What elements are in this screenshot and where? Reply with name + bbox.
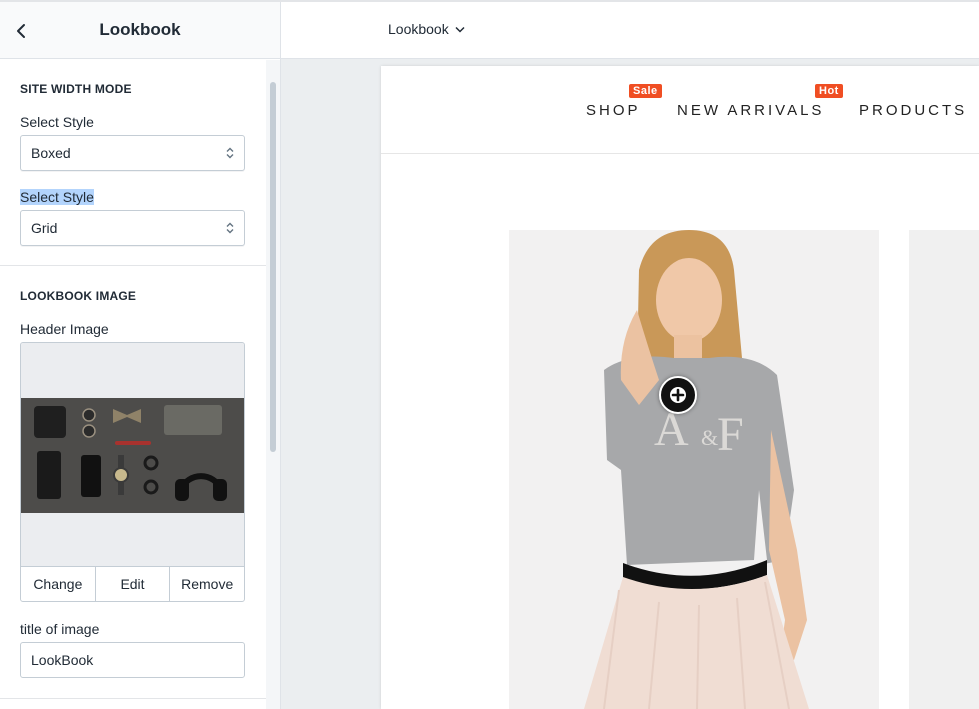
select-style-label: Select Style [20, 114, 94, 130]
image-title-input[interactable]: LookBook [20, 642, 245, 678]
site-width-heading: SITE WIDTH MODE [20, 82, 132, 96]
preview-top-bar: Lookbook [281, 2, 979, 59]
edit-image-button[interactable]: Edit [96, 567, 171, 601]
product-hotspot[interactable] [659, 376, 697, 414]
site-width-section: SITE WIDTH MODE Select Style Boxed Selec… [0, 60, 266, 266]
panel-title: Lookbook [99, 20, 181, 39]
layout-style-select-value: Grid [31, 220, 58, 236]
header-image-label: Header Image [20, 321, 109, 337]
second-lookbook-photo [909, 230, 979, 709]
page-selector-dropdown[interactable]: Lookbook [388, 21, 465, 37]
nav-shop[interactable]: SHOP [586, 102, 641, 119]
lookbook-model-photo: A & F [509, 230, 879, 709]
layout-style-select[interactable]: Grid [20, 210, 245, 246]
nav-products[interactable]: PRODUCTS [859, 102, 967, 119]
select-arrows-icon [226, 222, 234, 234]
select-style-label-2: Select Style [20, 189, 94, 205]
nav-new-arrivals[interactable]: NEW ARRIVALS [677, 102, 824, 119]
lookbook-image-heading: LOOKBOOK IMAGE [20, 289, 137, 303]
header-image-preview [20, 342, 245, 568]
storefront-nav: SHOP Sale NEW ARRIVALS Hot PRODUCTS [381, 66, 979, 154]
hot-badge: Hot [815, 84, 843, 98]
sale-badge: Sale [629, 84, 662, 98]
chevron-down-icon [455, 26, 465, 33]
storefront-preview: SHOP Sale NEW ARRIVALS Hot PRODUCTS A & … [381, 66, 979, 709]
settings-scroll-area[interactable]: SITE WIDTH MODE Select Style Boxed Selec… [0, 60, 266, 709]
select-arrows-icon [226, 147, 234, 159]
image-title-label: title of image [20, 621, 100, 637]
plus-icon [670, 387, 686, 403]
svg-text:&: & [701, 425, 718, 450]
remove-image-button[interactable]: Remove [170, 567, 244, 601]
site-width-select[interactable]: Boxed [20, 135, 245, 171]
image-actions: Change Edit Remove [20, 566, 245, 602]
site-width-select-value: Boxed [31, 145, 71, 161]
svg-text:F: F [717, 408, 744, 461]
scrollbar-thumb[interactable] [270, 82, 276, 452]
panel-header: Lookbook [0, 2, 280, 59]
model-illustration: A & F [509, 230, 879, 709]
change-image-button[interactable]: Change [21, 567, 96, 601]
settings-panel: Lookbook SITE WIDTH MODE Select Style Bo… [0, 2, 281, 709]
page-selector-label: Lookbook [388, 21, 449, 37]
flatlay-accessories-image [21, 343, 244, 567]
